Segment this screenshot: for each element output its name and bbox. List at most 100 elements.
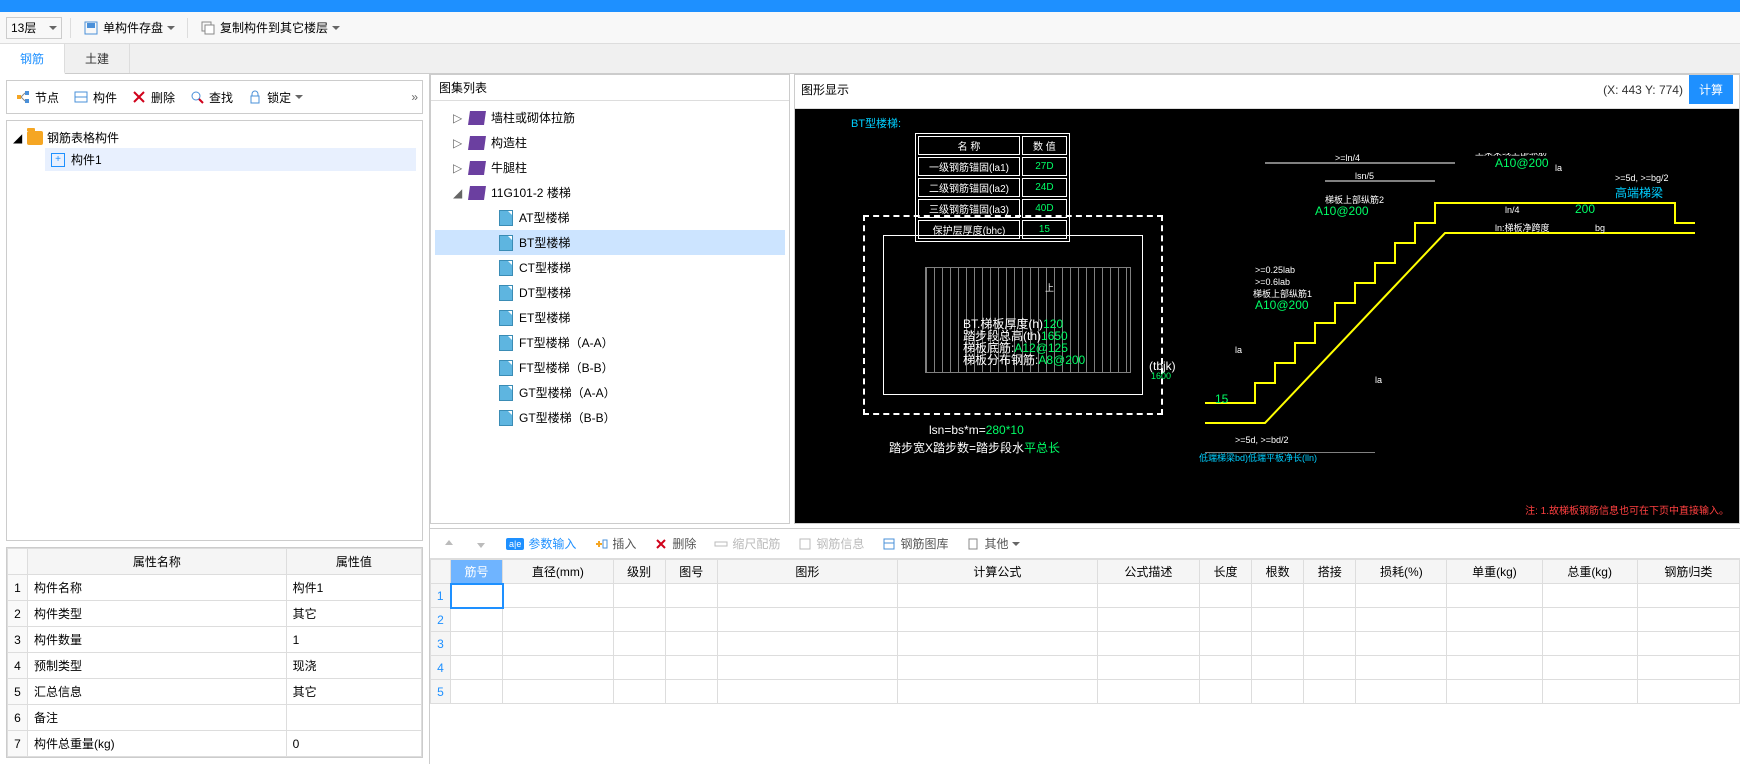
gallery-item[interactable]: CT型楼梯 — [435, 255, 785, 280]
coord-display: (X: 443 Y: 774) — [1603, 83, 1683, 97]
book-icon — [468, 161, 486, 175]
rebar-bottom-panel: a|e 参数输入 插入 删除 缩尺配筋 钢筋信息 — [430, 528, 1740, 764]
node-button[interactable]: 节点 — [11, 87, 63, 108]
tab-rebar[interactable]: 钢筋 — [0, 44, 65, 74]
col-header[interactable]: 公式描述 — [1097, 560, 1199, 584]
col-header[interactable]: 单重(kg) — [1447, 560, 1542, 584]
prop-header-value: 属性值 — [286, 549, 421, 575]
component-button[interactable]: 构件 — [69, 87, 121, 108]
info-icon — [798, 537, 812, 551]
main-tabs: 钢筋 土建 — [0, 44, 1740, 74]
tab-civil[interactable]: 土建 — [65, 44, 130, 73]
node-icon — [15, 89, 31, 105]
sheet-icon — [499, 210, 513, 226]
gallery-item[interactable]: GT型楼梯（B-B） — [435, 405, 785, 430]
gallery-item[interactable]: ET型楼梯 — [435, 305, 785, 330]
expand-icon: ◢ — [453, 186, 463, 200]
gallery-panel: 图集列表 ▷墙柱或砌体拉筋▷构造柱▷牛腿柱◢11G101-2 楼梯AT型楼梯BT… — [430, 74, 790, 524]
svg-text:A10@200: A10@200 — [1495, 156, 1549, 170]
gallery-tree[interactable]: ▷墙柱或砌体拉筋▷构造柱▷牛腿柱◢11G101-2 楼梯AT型楼梯BT型楼梯CT… — [431, 101, 789, 523]
more-icon[interactable]: » — [411, 90, 418, 104]
svg-text:>=0.6lab: >=0.6lab — [1255, 277, 1290, 287]
gallery-item[interactable]: FT型楼梯（A-A） — [435, 330, 785, 355]
nav-down-button[interactable] — [470, 535, 492, 553]
gallery-item[interactable]: ▷墙柱或砌体拉筋 — [435, 105, 785, 130]
save-icon — [83, 20, 99, 36]
chevron-down-icon — [167, 26, 175, 30]
left-toolbar: 节点 构件 删除 查找 锁定 » — [6, 80, 423, 114]
bottom-toolbar: a|e 参数输入 插入 删除 缩尺配筋 钢筋信息 — [430, 529, 1740, 559]
col-header[interactable]: 计算公式 — [897, 560, 1097, 584]
component-icon — [73, 89, 89, 105]
col-header[interactable]: 筋号 — [451, 560, 503, 584]
rebar-info-button[interactable]: 钢筋信息 — [794, 533, 868, 554]
prop-row[interactable]: 5汇总信息其它 — [8, 679, 422, 705]
table-row[interactable]: 5 — [431, 680, 1740, 704]
prop-row[interactable]: 3构件数量1 — [8, 627, 422, 653]
property-table: 属性名称 属性值 1构件名称构件12构件类型其它3构件数量14预制类型现浇5汇总… — [6, 547, 423, 758]
sheet-icon — [499, 285, 513, 301]
table-row[interactable]: 2 — [431, 608, 1740, 632]
prop-row[interactable]: 6备注 — [8, 705, 422, 731]
diagram-canvas[interactable]: BT型楼梯: 名 称数 值 一级钢筋锚固(la1)27D二级钢筋锚固(la2)2… — [795, 109, 1739, 523]
tree-item[interactable]: + 构件1 — [45, 148, 416, 171]
col-header[interactable]: 总重(kg) — [1542, 560, 1637, 584]
table-row[interactable]: 1 — [431, 584, 1740, 608]
insert-button[interactable]: 插入 — [590, 533, 640, 554]
copy-icon — [200, 20, 216, 36]
prop-row[interactable]: 7构件总重量(kg)0 — [8, 731, 422, 757]
gallery-item[interactable]: AT型楼梯 — [435, 205, 785, 230]
param-icon: a|e — [506, 538, 524, 550]
param-input-button[interactable]: a|e 参数输入 — [502, 533, 580, 554]
svg-text:>=0.25lab: >=0.25lab — [1255, 265, 1295, 275]
diagram-note: 注: 1.故梯板钢筋信息也可在下页中直接输入。 — [1525, 502, 1729, 517]
svg-text:>=5d, >=bd/2: >=5d, >=bd/2 — [1235, 435, 1289, 445]
col-header[interactable]: 钢筋归类 — [1637, 560, 1739, 584]
col-header[interactable]: 长度 — [1199, 560, 1251, 584]
rebar-lib-button[interactable]: 钢筋图库 — [878, 533, 952, 554]
gallery-item[interactable]: ◢11G101-2 楼梯 — [435, 180, 785, 205]
prop-row[interactable]: 2构件类型其它 — [8, 601, 422, 627]
sheet-icon — [499, 410, 513, 426]
stair-section: >=ln/4 lsn/5 梯板上部纵筋2 A10@200 >=0.25lab >… — [1195, 153, 1715, 433]
copy-component-button[interactable]: 复制构件到其它楼层 — [196, 17, 344, 38]
diagram-subtitle: BT型楼梯: — [851, 115, 901, 131]
lock-button[interactable]: 锁定 — [243, 87, 307, 108]
tree-root[interactable]: ◢ 钢筋表格构件 — [13, 127, 416, 148]
nav-up-button[interactable] — [438, 535, 460, 553]
col-header[interactable]: 根数 — [1252, 560, 1304, 584]
prop-row[interactable]: 1构件名称构件1 — [8, 575, 422, 601]
col-header[interactable]: 图号 — [665, 560, 717, 584]
delete-row-button[interactable]: 删除 — [650, 533, 700, 554]
scale-button[interactable]: 缩尺配筋 — [710, 533, 784, 554]
delete-icon — [131, 89, 147, 105]
col-header[interactable]: 图形 — [717, 560, 897, 584]
floor-select[interactable]: 13层 — [6, 17, 62, 39]
rebar-table[interactable]: 筋号直径(mm)级别图号图形计算公式公式描述长度根数搭接损耗(%)单重(kg)总… — [430, 559, 1740, 764]
gallery-item[interactable]: GT型楼梯（A-A） — [435, 380, 785, 405]
col-header[interactable]: 损耗(%) — [1356, 560, 1447, 584]
gallery-item[interactable]: BT型楼梯 — [435, 230, 785, 255]
find-button[interactable]: 查找 — [185, 87, 237, 108]
gallery-item[interactable]: ▷牛腿柱 — [435, 155, 785, 180]
save-component-button[interactable]: 单构件存盘 — [79, 17, 179, 38]
gallery-item[interactable]: ▷构造柱 — [435, 130, 785, 155]
delete-button[interactable]: 删除 — [127, 87, 179, 108]
sheet-icon — [499, 335, 513, 351]
expand-icon: ▷ — [453, 136, 463, 150]
gallery-item[interactable]: FT型楼梯（B-B） — [435, 355, 785, 380]
table-row[interactable]: 4 — [431, 656, 1740, 680]
gallery-item[interactable]: DT型楼梯 — [435, 280, 785, 305]
svg-text:15: 15 — [1215, 392, 1229, 406]
col-header[interactable]: 搭接 — [1304, 560, 1356, 584]
other-button[interactable]: 其他 — [962, 533, 1024, 554]
table-row[interactable]: 3 — [431, 632, 1740, 656]
prop-row[interactable]: 4预制类型现浇 — [8, 653, 422, 679]
diagram-title: 图形显示 — [801, 81, 849, 98]
diagram-panel: 图形显示 (X: 443 Y: 774) 计算 BT型楼梯: 名 称数 值 一级… — [794, 74, 1740, 524]
col-header[interactable]: 直径(mm) — [503, 560, 613, 584]
sheet-icon — [499, 385, 513, 401]
calculate-button[interactable]: 计算 — [1689, 75, 1733, 104]
col-header[interactable]: 级别 — [613, 560, 665, 584]
plan-view: BT.梯板厚度(h)120 踏步段总高(th)1650 梯板底筋:A12@125… — [863, 215, 1163, 415]
